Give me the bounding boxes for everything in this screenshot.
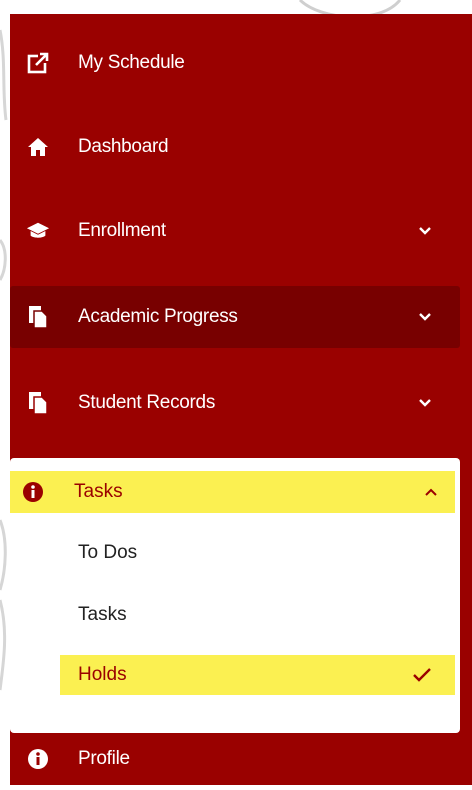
sidebar-item-dashboard[interactable]: Dashboard	[10, 116, 472, 178]
external-link-icon	[26, 51, 50, 75]
chevron-down-icon[interactable]	[414, 220, 436, 242]
sidebar-item-student-records[interactable]: Student Records	[10, 372, 472, 434]
chevron-down-icon[interactable]	[414, 392, 436, 414]
sidebar-item-tasks[interactable]: Tasks	[10, 471, 455, 513]
sidebar-menu: My Schedule Dashboard Enrollment Academi…	[10, 14, 472, 785]
documents-icon	[26, 305, 50, 329]
chevron-up-icon[interactable]	[420, 481, 442, 503]
sidebar-item-label: Academic Progress	[78, 306, 238, 327]
submenu-item-to-dos[interactable]: To Dos	[60, 533, 455, 573]
sidebar-item-my-schedule[interactable]: My Schedule	[10, 32, 472, 94]
checkmark-icon	[410, 663, 434, 687]
sidebar-item-enrollment[interactable]: Enrollment	[10, 200, 472, 262]
sidebar-item-profile[interactable]: Profile	[10, 728, 472, 790]
submenu-item-label: Holds	[78, 664, 127, 685]
sidebar-item-label: My Schedule	[78, 52, 185, 73]
sidebar-item-label: Enrollment	[78, 220, 166, 241]
tasks-submenu-panel: Tasks To Dos Tasks Holds	[10, 458, 460, 733]
sidebar-item-academic-progress[interactable]: Academic Progress	[10, 286, 460, 348]
documents-icon	[26, 391, 50, 415]
sidebar-item-label: Dashboard	[78, 136, 169, 157]
submenu-item-label: To Dos	[78, 542, 138, 563]
info-circle-icon	[26, 747, 50, 771]
info-circle-icon	[21, 480, 45, 504]
submenu-item-label: Tasks	[78, 604, 127, 625]
submenu-item-holds[interactable]: Holds	[60, 655, 455, 695]
sidebar-item-label: Student Records	[78, 392, 216, 413]
sidebar-item-label: Tasks	[74, 481, 123, 502]
graduation-cap-icon	[26, 219, 50, 243]
sidebar-item-label: Profile	[78, 748, 130, 769]
submenu-item-tasks[interactable]: Tasks	[60, 595, 455, 635]
chevron-down-icon[interactable]	[414, 306, 436, 328]
home-icon	[26, 135, 50, 159]
